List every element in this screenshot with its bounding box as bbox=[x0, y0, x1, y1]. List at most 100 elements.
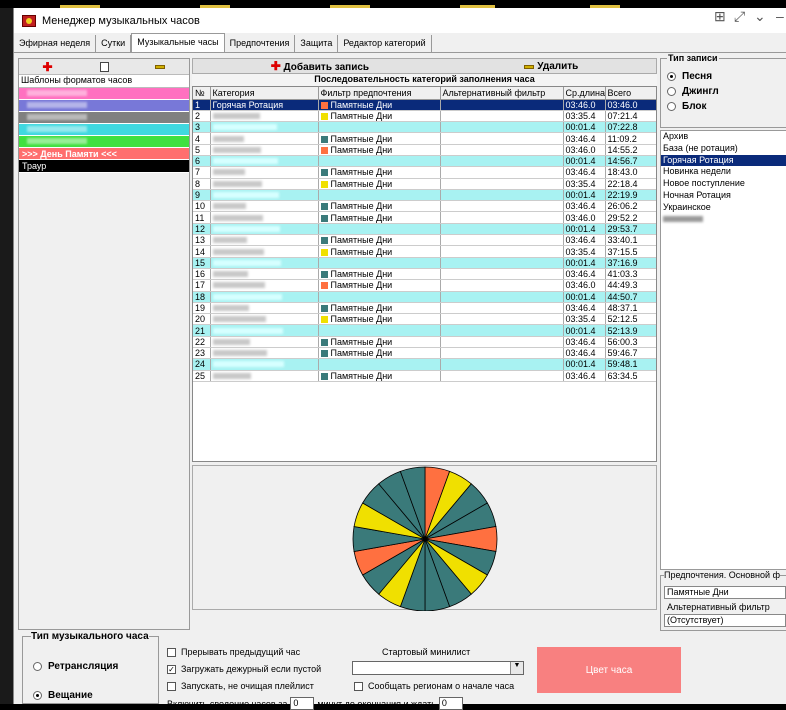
table-row[interactable]: 2 Памятные Дни 03:35.4 07:21.4 bbox=[193, 110, 656, 123]
broadcast-label: Вещание bbox=[48, 690, 93, 701]
delete-record-button[interactable]: Удалить bbox=[524, 61, 578, 72]
table-row[interactable]: 17 Памятные Дни 03:46.0 44:49.3 bbox=[193, 279, 656, 292]
radio-type-0[interactable]: Песня bbox=[667, 69, 786, 84]
column-header[interactable]: Фильтр предпочтения bbox=[318, 87, 441, 100]
category-blurred bbox=[212, 259, 281, 266]
column-header[interactable]: Ср.длина bbox=[563, 87, 606, 100]
column-header[interactable]: Всего bbox=[605, 87, 656, 100]
template-item[interactable]: Траур bbox=[19, 160, 189, 173]
notify-regions-label: Сообщать регионам о начале часа bbox=[368, 681, 515, 691]
row-avg-length: 03:46.0 bbox=[563, 211, 606, 224]
add-record-button[interactable]: ✚ Добавить запись bbox=[271, 59, 369, 73]
table-row[interactable]: 15 00:01.4 37:16.9 bbox=[193, 257, 656, 269]
interrupt-checkbox[interactable]: Прерывать предыдущий час bbox=[167, 647, 300, 657]
chevron-down-icon[interactable]: ⌄ bbox=[754, 8, 766, 25]
template-item[interactable] bbox=[19, 124, 189, 136]
table-row[interactable]: 12 00:01.4 29:53.7 bbox=[193, 223, 656, 236]
minimize-icon[interactable]: – bbox=[776, 8, 784, 24]
column-header[interactable]: Категория bbox=[210, 87, 319, 100]
row-avg-length: 00:01.4 bbox=[563, 121, 606, 134]
table-row[interactable]: 3 00:01.4 07:22.8 bbox=[193, 121, 656, 134]
category-item[interactable]: Архив bbox=[661, 131, 786, 143]
tab-protection[interactable]: Защита bbox=[295, 35, 339, 52]
template-item[interactable] bbox=[19, 112, 189, 124]
category-item[interactable]: Новое поступление bbox=[661, 178, 786, 190]
sequence-table[interactable]: № Категория Фильтр предпочтения Альтернатив… bbox=[192, 86, 657, 462]
radio-type-2[interactable]: Блок bbox=[667, 99, 786, 114]
table-row[interactable]: 20 Памятные Дни 03:35.4 52:12.5 bbox=[193, 313, 656, 326]
app-window: Менеджер музыкальных часов ⊞ ⤢ ⌄ – Эфирн… bbox=[13, 8, 786, 710]
remove-template-icon[interactable] bbox=[155, 64, 166, 69]
table-row[interactable]: 10 Памятные Дни 03:46.4 26:06.2 bbox=[193, 200, 656, 213]
row-alt-filter bbox=[440, 155, 564, 168]
add-template-icon[interactable]: ✚ bbox=[42, 60, 52, 74]
table-row[interactable]: 19 Памятные Дни 03:46.4 48:37.1 bbox=[193, 302, 656, 315]
table-row[interactable]: 18 00:01.4 44:50.7 bbox=[193, 291, 656, 303]
tab-music-hours[interactable]: Музыкальные часы bbox=[131, 33, 225, 52]
category-blurred bbox=[212, 248, 264, 255]
table-row[interactable]: 21 00:01.4 52:13.9 bbox=[193, 324, 656, 337]
table-row[interactable]: 9 00:01.4 22:19.9 bbox=[193, 189, 656, 202]
notify-regions-checkbox[interactable]: Сообщать регионам о начале часа bbox=[354, 681, 514, 691]
table-row[interactable]: 14 Памятные Дни 03:35.4 37:15.5 bbox=[193, 245, 656, 258]
category-item[interactable]: Горячая Ротация bbox=[661, 154, 786, 167]
no-clear-checkbox[interactable]: Запускать, не очищая плейлист bbox=[167, 681, 314, 691]
table-row[interactable]: 16 Памятные Дни 03:46.4 41:03.3 bbox=[193, 268, 656, 281]
row-alt-filter bbox=[440, 200, 564, 213]
category-item[interactable]: Украинское bbox=[661, 202, 786, 214]
row-alt-filter bbox=[440, 99, 564, 111]
tab-category-editor[interactable]: Редактор категорий bbox=[338, 35, 432, 52]
row-filter: Памятные Дни bbox=[318, 268, 441, 281]
hour-color-button[interactable]: Цвет часа bbox=[537, 647, 681, 693]
expand-icon[interactable]: ⤢ bbox=[734, 8, 745, 25]
row-total: 22:19.9 bbox=[605, 189, 656, 202]
table-row[interactable]: 1 Горячая Ротация Памятные Дни 03:46.0 03:46… bbox=[193, 99, 656, 111]
table-row[interactable]: 11 Памятные Дни 03:46.0 29:52.2 bbox=[193, 211, 656, 224]
row-alt-filter bbox=[440, 211, 564, 224]
row-total: 59:46.7 bbox=[605, 347, 656, 360]
radio-broadcast[interactable]: Вещание bbox=[33, 688, 93, 703]
category-blurred bbox=[212, 214, 263, 221]
load-duty-checkbox[interactable]: ✓ Загружать дежурный если пустой bbox=[167, 664, 321, 674]
radio-type-1[interactable]: Джингл bbox=[667, 84, 786, 99]
table-row[interactable]: 24 00:01.4 59:48.1 bbox=[193, 358, 656, 371]
start-minilist-select[interactable]: ▼ bbox=[352, 661, 524, 675]
table-row[interactable]: 5 Памятные Дни 03:46.0 14:55.2 bbox=[193, 144, 656, 156]
main-filter-field[interactable]: Памятные Дни bbox=[664, 586, 786, 599]
row-number: 2 bbox=[193, 110, 211, 123]
table-row[interactable]: 23 Памятные Дни 03:46.4 59:46.7 bbox=[193, 347, 656, 360]
template-item[interactable]: >>> День Памяти <<< bbox=[19, 148, 189, 160]
table-row[interactable]: 6 00:01.4 14:56.7 bbox=[193, 155, 656, 168]
copy-template-icon[interactable] bbox=[99, 61, 109, 72]
row-category bbox=[210, 121, 319, 134]
category-blurred bbox=[663, 215, 703, 222]
category-color-swatch bbox=[320, 146, 328, 154]
column-header[interactable]: № bbox=[193, 87, 211, 100]
radio-retranslation[interactable]: Ретрансляция bbox=[33, 659, 118, 674]
alt-filter-field[interactable]: (Отсутствует) bbox=[664, 614, 786, 627]
category-item[interactable] bbox=[661, 214, 786, 226]
tab-preferences[interactable]: Предпочтения bbox=[225, 35, 296, 52]
table-row[interactable]: 25 Памятные Дни 03:46.4 63:34.5 bbox=[193, 370, 656, 382]
category-item[interactable]: Новинка недели bbox=[661, 166, 786, 178]
column-header[interactable]: Альтернативный фильтр bbox=[440, 87, 564, 100]
table-row[interactable]: 22 Памятные Дни 03:46.4 56:00.3 bbox=[193, 336, 656, 349]
table-row[interactable]: 7 Памятные Дни 03:46.4 18:43.0 bbox=[193, 166, 656, 179]
category-list[interactable]: Архив База (не ротация) Горячая Ротация Нов… bbox=[660, 130, 786, 570]
row-number: 7 bbox=[193, 166, 211, 179]
row-category bbox=[210, 211, 319, 224]
tab-air-week[interactable]: Эфирная неделя bbox=[14, 35, 97, 52]
table-row[interactable]: 4 Памятные Дни 03:46.4 11:09.2 bbox=[193, 132, 656, 145]
template-item[interactable] bbox=[19, 100, 189, 112]
table-row[interactable]: 13 Памятные Дни 03:46.4 33:40.1 bbox=[193, 234, 656, 247]
table-row[interactable]: 8 Памятные Дни 03:35.4 22:18.4 bbox=[193, 178, 656, 190]
row-number: 6 bbox=[193, 155, 211, 168]
category-item[interactable]: База (не ротация) bbox=[661, 143, 786, 155]
tab-day[interactable]: Сутки bbox=[96, 35, 132, 52]
restore-icon[interactable]: ⊞ bbox=[714, 8, 726, 25]
template-item[interactable] bbox=[19, 136, 189, 148]
category-item[interactable]: Ночная Ротация bbox=[661, 190, 786, 202]
category-blurred bbox=[212, 124, 277, 131]
template-label-blurred bbox=[27, 90, 87, 96]
template-item[interactable] bbox=[19, 88, 189, 100]
